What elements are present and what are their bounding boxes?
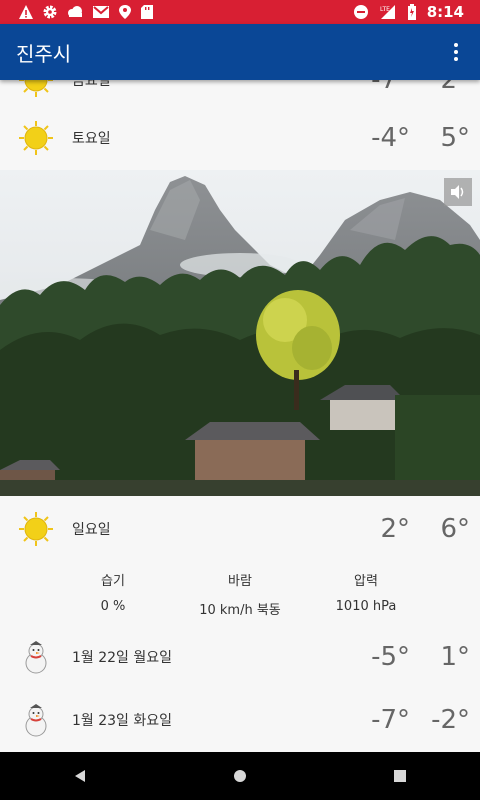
mountain-photo	[0, 170, 480, 496]
sun-icon	[19, 121, 53, 155]
humidity-label: 습기	[101, 574, 125, 589]
snowman-icon	[25, 704, 47, 737]
day-label: 금요일	[72, 80, 111, 89]
humidity-detail: 습기 0 %	[53, 570, 173, 614]
temp-max: 6°	[440, 514, 470, 544]
forecast-row-monday[interactable]: 1월 22일 월요일 -5° 1°	[0, 625, 480, 689]
recents-icon[interactable]	[370, 752, 430, 800]
pressure-label: 압력	[354, 574, 378, 589]
dnd-icon	[353, 5, 368, 19]
temp-min: 2°	[380, 514, 410, 544]
forecast-list[interactable]: 금요일 -7° 2° 토요일 -4° 5° 일요일 2° 6° 습기 0 % 바…	[0, 80, 480, 752]
gear-icon	[43, 5, 57, 19]
day-label: 일요일	[72, 522, 111, 538]
warning-icon	[19, 5, 33, 19]
temp-min: -4°	[371, 123, 410, 153]
wind-detail: 바람 10 km/h 북동	[180, 570, 300, 618]
speaker-icon[interactable]	[444, 178, 472, 206]
snowman-icon	[25, 641, 47, 674]
city-title: 진주시	[16, 41, 72, 66]
location-icon	[119, 5, 131, 19]
cloud-icon	[68, 6, 82, 17]
day-label: 1월 22일 월요일	[72, 650, 173, 666]
home-icon[interactable]	[210, 752, 270, 800]
day-label: 토요일	[72, 131, 111, 147]
pressure-value: 1010 hPa	[335, 599, 397, 614]
weather-details: 습기 0 % 바람 10 km/h 북동 압력 1010 hPa	[0, 562, 480, 626]
temp-min: -7°	[371, 705, 410, 735]
battery-icon	[407, 4, 416, 20]
forecast-row-tuesday[interactable]: 1월 23일 화요일 -7° -2°	[0, 688, 480, 752]
pressure-detail: 압력 1010 hPa	[306, 570, 426, 614]
back-icon[interactable]	[50, 752, 110, 800]
wind-label: 바람	[228, 574, 252, 589]
sd-card-icon	[141, 5, 153, 19]
forecast-row-sunday[interactable]: 일요일 2° 6°	[0, 497, 480, 561]
mountain-scene	[0, 170, 480, 496]
status-time: 8:14	[426, 3, 464, 21]
humidity-value: 0 %	[100, 599, 126, 614]
navigation-bar	[0, 752, 480, 800]
app-bar: 진주시	[0, 24, 480, 80]
temp-min: -7°	[371, 80, 410, 95]
sun-icon	[19, 80, 53, 97]
gmail-icon	[93, 6, 109, 18]
forecast-row-saturday[interactable]: 토요일 -4° 5°	[0, 106, 480, 170]
temp-min: -5°	[371, 642, 410, 672]
lte-icon: LTE	[380, 5, 395, 19]
temp-max: 5°	[440, 123, 470, 153]
temp-max: 1°	[440, 642, 470, 672]
more-vert-icon[interactable]	[432, 24, 480, 80]
svg-text:LTE: LTE	[380, 6, 390, 13]
wind-value: 10 km/h 북동	[199, 603, 281, 618]
day-label: 1월 23일 화요일	[72, 713, 173, 729]
status-bar: LTE 8:14	[0, 0, 480, 24]
sun-icon	[19, 512, 53, 546]
temp-max: -2°	[431, 705, 470, 735]
temp-max: 2°	[440, 80, 470, 95]
